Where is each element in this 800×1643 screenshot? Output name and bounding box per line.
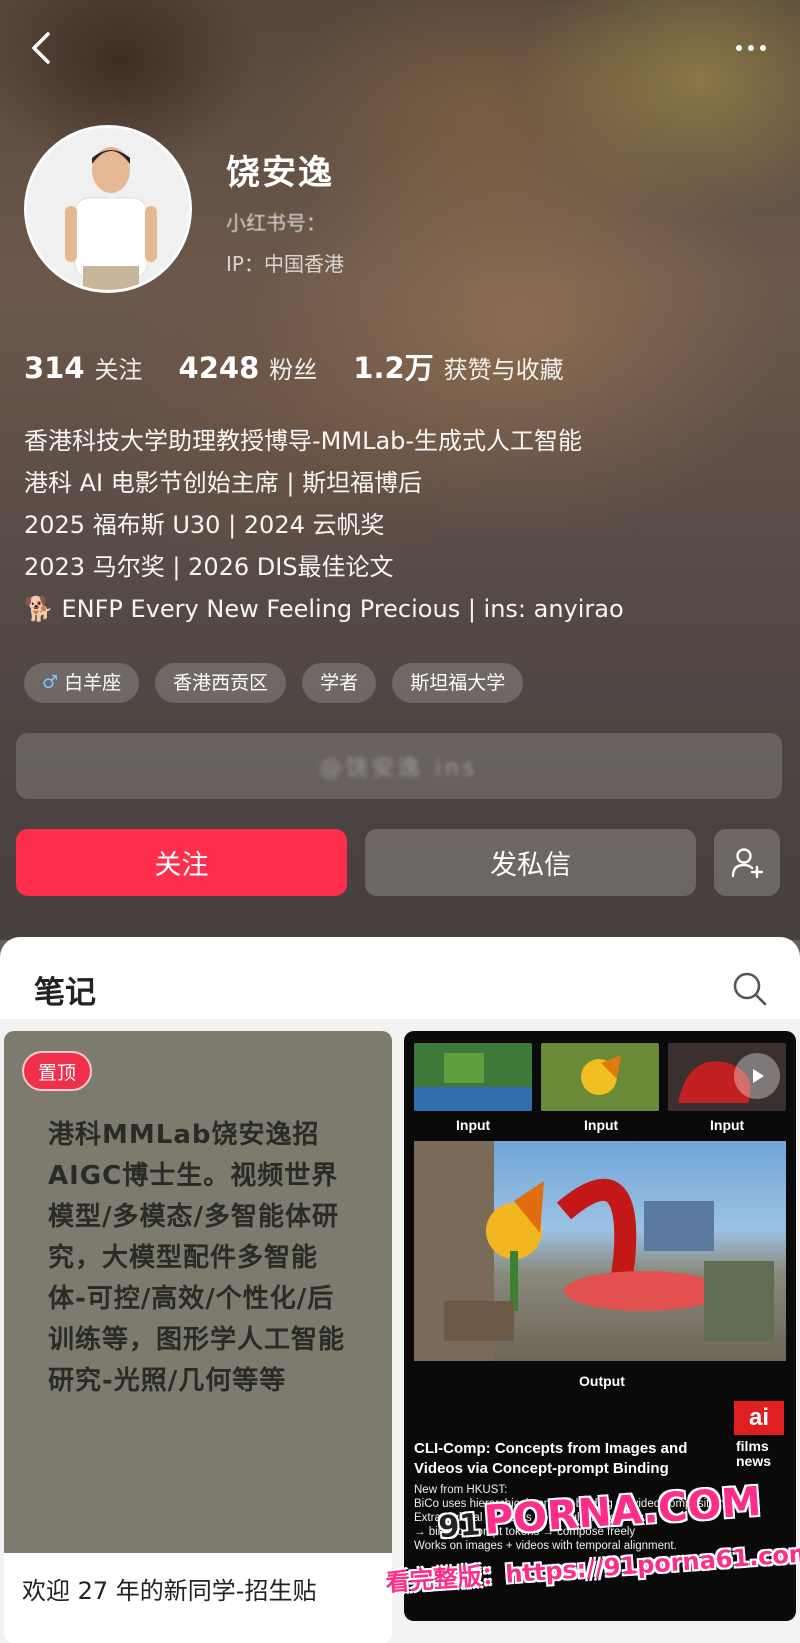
avatar[interactable] bbox=[24, 125, 192, 293]
more-dots-icon bbox=[736, 45, 766, 51]
note-cover-text: 港科MMLab饶安逸招AIGC博士生。视频世界模型/多模态/多智能体研究，大模型… bbox=[48, 1120, 346, 1396]
note-headline: CLI-Comp: Concepts from Images and Video… bbox=[414, 1440, 688, 1477]
search-button[interactable] bbox=[730, 969, 770, 1009]
add-friend-button[interactable] bbox=[714, 829, 780, 896]
thumb-label: Input bbox=[710, 1117, 745, 1133]
top-bar bbox=[0, 20, 800, 80]
output-label: Output bbox=[579, 1373, 625, 1389]
bio-line: 港科 AI 电影节创始主席 | 斯坦福博后 bbox=[24, 469, 423, 497]
tag-location[interactable]: 香港西贡区 bbox=[155, 663, 287, 703]
note-title: 欢迎 27 年的新同学-招生贴 bbox=[22, 1577, 317, 1605]
profile-name: 饶安逸 bbox=[226, 153, 334, 193]
ai-films-logo: ai bbox=[734, 1401, 784, 1435]
bio-line: 香港科技大学助理教授博导-MMLab-生成式人工智能 bbox=[24, 427, 583, 455]
ip-location: IP：中国香港 bbox=[226, 252, 344, 276]
tag-label: 香港西贡区 bbox=[173, 672, 269, 694]
tag-school[interactable]: 斯坦福大学 bbox=[392, 663, 524, 703]
chevron-left-icon bbox=[32, 32, 50, 64]
tag-label: 学者 bbox=[320, 672, 359, 694]
profile-tags: ♂ 白羊座 香港西贡区 学者 斯坦福大学 bbox=[24, 663, 524, 703]
notes-panel: 笔记 置顶 港科MMLab饶安逸招AIGC博士生。视频世界模型/多模态/多智能体… bbox=[0, 937, 800, 1643]
stat-likes[interactable]: 1.2万 获赞与收藏 bbox=[353, 345, 563, 387]
stat-num: 1.2万 bbox=[353, 351, 434, 385]
tag-label: 斯坦福大学 bbox=[410, 672, 506, 694]
play-icon bbox=[753, 1069, 764, 1083]
tag-occupation[interactable]: 学者 bbox=[302, 663, 377, 703]
scene-art bbox=[414, 1141, 774, 1361]
thumb-label: Input bbox=[584, 1117, 619, 1133]
message-button[interactable]: 发私信 bbox=[365, 829, 696, 896]
tag-zodiac[interactable]: ♂ 白羊座 bbox=[24, 663, 140, 703]
back-button[interactable] bbox=[24, 26, 64, 70]
stat-label: 获赞与收藏 bbox=[443, 356, 564, 384]
bio-line: 2025 福布斯 U30 | 2024 云帆奖 bbox=[24, 511, 385, 539]
add-user-icon bbox=[731, 847, 764, 878]
thumb-label: Input bbox=[456, 1117, 491, 1133]
thumb-2 bbox=[541, 1043, 659, 1111]
tab-notes[interactable]: 笔记 bbox=[34, 967, 96, 1012]
stat-following[interactable]: 314 关注 bbox=[24, 350, 143, 385]
male-icon: ♂ bbox=[42, 672, 59, 693]
stat-num: 314 bbox=[24, 351, 85, 385]
tag-label: 白羊座 bbox=[64, 672, 122, 694]
output-scene bbox=[414, 1141, 786, 1361]
thumb-1 bbox=[414, 1043, 532, 1111]
avatar-photo bbox=[27, 128, 189, 290]
note-card-pinned[interactable]: 置顶 港科MMLab饶安逸招AIGC博士生。视频世界模型/多模态/多智能体研究，… bbox=[4, 1031, 392, 1643]
bio-line: 🐕 ENFP Every New Feeling Precious | ins:… bbox=[24, 595, 624, 623]
ai-films-sub: films news bbox=[736, 1438, 772, 1469]
stat-label: 粉丝 bbox=[269, 356, 318, 384]
search-icon bbox=[733, 972, 767, 1006]
profile-banner[interactable]: @饶安逸 ins bbox=[16, 733, 782, 799]
more-button[interactable] bbox=[726, 26, 776, 70]
stat-followers[interactable]: 4248 粉丝 bbox=[179, 350, 318, 385]
stat-label: 关注 bbox=[94, 356, 143, 384]
stat-num: 4248 bbox=[178, 351, 260, 385]
play-button[interactable] bbox=[734, 1053, 780, 1099]
follow-button[interactable]: 关注 bbox=[16, 829, 347, 896]
redbook-id[interactable]: 小红书号： bbox=[226, 207, 326, 236]
bio: 香港科技大学助理教授博导-MMLab-生成式人工智能 港科 AI 电影节创始主席… bbox=[24, 420, 624, 630]
bio-line: 2023 马尔奖 | 2026 DIS最佳论文 bbox=[24, 553, 394, 581]
pinned-badge: 置顶 bbox=[22, 1051, 93, 1091]
banner-text: @饶安逸 ins bbox=[319, 756, 479, 781]
stats-row: 314 关注 4248 粉丝 1.2万 获赞与收藏 bbox=[24, 345, 564, 387]
watermark-num: 91 bbox=[437, 1507, 482, 1546]
action-buttons: 关注 发私信 bbox=[16, 829, 780, 896]
